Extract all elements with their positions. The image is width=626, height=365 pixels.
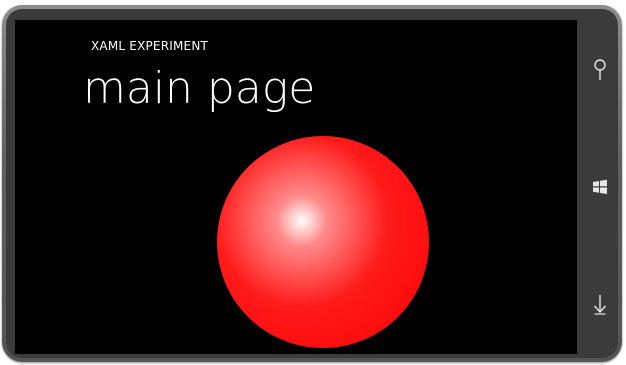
windows-start-icon: [593, 179, 607, 194]
arrow-down-icon: [593, 295, 607, 315]
page-title: main page: [83, 63, 316, 114]
search-icon: [594, 59, 606, 80]
red-sphere-graphic: [217, 136, 429, 348]
back-button[interactable]: [582, 284, 618, 324]
app-title: XAML EXPERIMENT: [91, 39, 209, 53]
start-button[interactable]: [582, 167, 618, 207]
search-button[interactable]: [582, 50, 618, 90]
phone-screen: XAML EXPERIMENT main page: [15, 20, 577, 354]
